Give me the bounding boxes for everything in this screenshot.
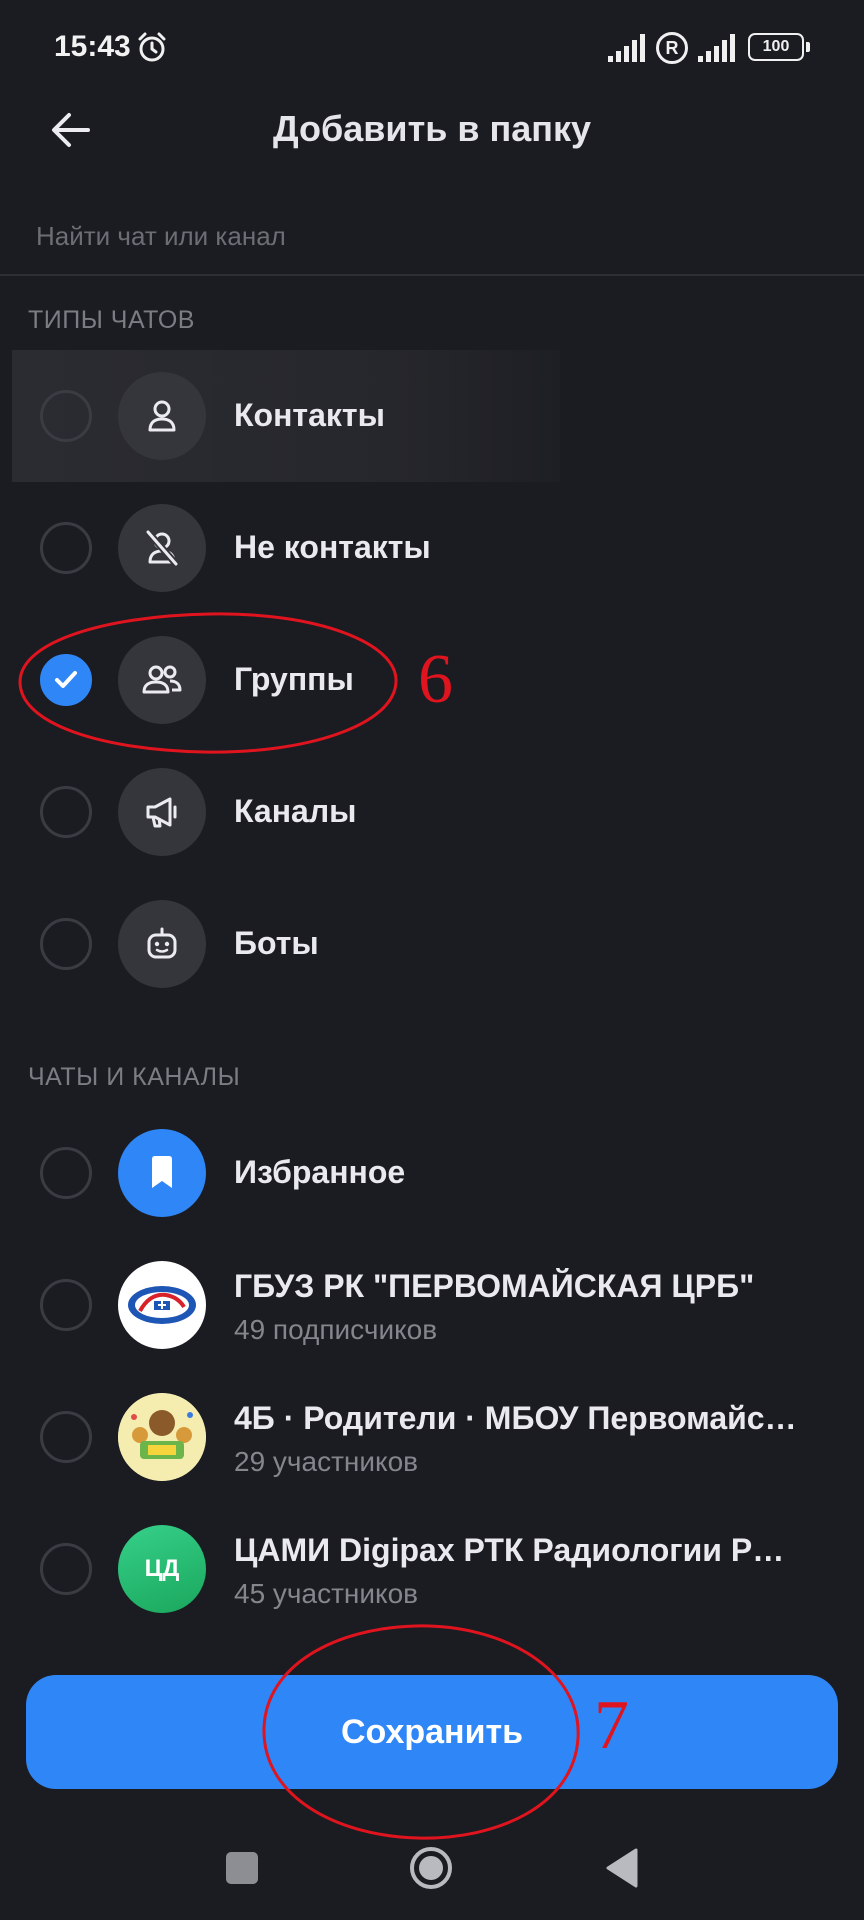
roaming-icon: R	[656, 32, 688, 64]
nav-back-button[interactable]	[604, 1848, 638, 1888]
avatar-favorites	[118, 1129, 206, 1217]
status-time: 15:43	[54, 30, 131, 63]
type-avatar-bots	[118, 900, 206, 988]
person-icon	[148, 400, 176, 432]
search-input[interactable]	[0, 196, 864, 276]
chat-title: Избранное	[234, 1154, 406, 1190]
battery-tip	[806, 42, 810, 52]
avatar-crb	[118, 1261, 206, 1349]
annotation-number-7: 7	[594, 1687, 629, 1764]
page-title: Добавить в папку	[272, 108, 592, 149]
chat-subtitle: 29 участников	[234, 1446, 419, 1477]
annotation-number-6: 6	[418, 641, 453, 718]
radio-non-contacts[interactable]	[40, 522, 92, 574]
type-avatar-non-contacts	[118, 504, 206, 592]
chat-type-row-contacts[interactable]: Контакты	[0, 351, 864, 481]
crb-logo-icon	[128, 1286, 196, 1324]
radio-chat[interactable]	[40, 1279, 92, 1331]
type-avatar-contacts	[118, 372, 206, 460]
alarm-icon	[138, 32, 166, 62]
chat-type-label: Контакты	[234, 397, 385, 433]
radio-bots[interactable]	[40, 918, 92, 970]
bookmark-icon	[152, 1156, 172, 1188]
class-4b-image-icon	[118, 1393, 206, 1481]
chat-subtitle: 45 участников	[234, 1578, 419, 1609]
person-off-icon	[145, 529, 179, 567]
bot-icon	[147, 927, 177, 959]
radio-chat[interactable]	[40, 1411, 92, 1463]
chat-type-label: Боты	[234, 925, 319, 961]
chat-type-row-non-contacts[interactable]: Не контакты	[0, 483, 864, 613]
group-icon	[142, 665, 182, 694]
section-header-chat-types: ТИПЫ ЧАТОВ	[28, 306, 195, 334]
chat-title: ЦАМИ Digipax РТК Радиологии Р…	[234, 1532, 785, 1568]
recent-apps-button[interactable]	[226, 1852, 258, 1884]
megaphone-icon	[146, 797, 177, 828]
divider	[0, 274, 864, 276]
radio-channels[interactable]	[40, 786, 92, 838]
chat-type-label: Каналы	[234, 793, 357, 829]
radio-groups-checked[interactable]	[40, 654, 92, 706]
save-button[interactable]: Сохранить	[26, 1675, 838, 1789]
type-avatar-groups	[118, 636, 206, 724]
battery-icon: 100	[748, 33, 804, 61]
chat-type-label: Группы	[234, 661, 354, 697]
chat-row-cami[interactable]: ЦД ЦАМИ Digipax РТК Радиологии Р… 45 уча…	[0, 1504, 864, 1634]
chat-row-4b-parents[interactable]: 4Б · Родители · МБОУ Первомайс… 29 участ…	[0, 1372, 864, 1502]
section-header-chats: ЧАТЫ И КАНАЛЫ	[28, 1063, 241, 1091]
chat-type-row-bots[interactable]: Боты	[0, 879, 864, 1009]
status-bar: 15:43 R 100	[0, 0, 864, 96]
chat-title: ГБУЗ РК "ПЕРВОМАЙСКАЯ ЦРБ"	[234, 1268, 755, 1304]
radio-chat[interactable]	[40, 1543, 92, 1595]
avatar-initials: ЦД	[118, 1525, 206, 1613]
signal-icon-2	[698, 34, 735, 62]
home-button[interactable]	[410, 1847, 452, 1889]
chat-title: 4Б · Родители · МБОУ Первомайс…	[234, 1400, 797, 1436]
chat-row-favorites[interactable]: Избранное	[0, 1108, 864, 1238]
type-avatar-channels	[118, 768, 206, 856]
chat-row-crb[interactable]: ГБУЗ РК "ПЕРВОМАЙСКАЯ ЦРБ" 49 подписчико…	[0, 1240, 864, 1370]
chat-type-label: Не контакты	[234, 529, 431, 565]
radio-chat[interactable]	[40, 1147, 92, 1199]
signal-icon	[608, 34, 645, 62]
chat-type-row-channels[interactable]: Каналы	[0, 747, 864, 877]
radio-contacts[interactable]	[40, 390, 92, 442]
avatar-4b	[118, 1393, 206, 1481]
checkmark-icon	[55, 671, 77, 688]
chat-subtitle: 49 подписчиков	[234, 1314, 438, 1345]
